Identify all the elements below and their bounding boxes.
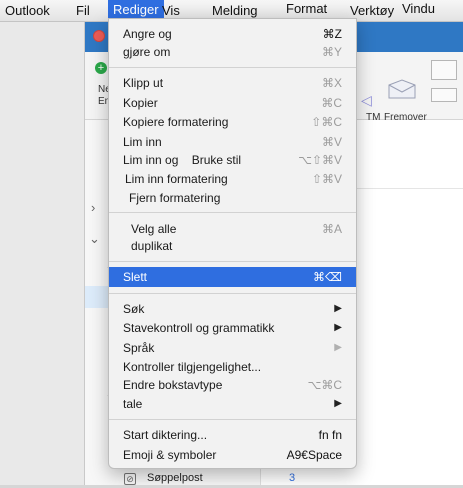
junk-unread-count: 3 bbox=[289, 472, 296, 484]
menu-item-check-accessibility-label: Kontroller tilgjengelighet... bbox=[123, 360, 262, 374]
menu-item-emoji-symbols-label: Emoji & symboler bbox=[123, 448, 217, 462]
menu-item-change-case[interactable]: Endre bokstavtype ⌥⌘C bbox=[109, 375, 356, 395]
menu-item-copy-shortcut: ⌘C bbox=[321, 96, 342, 110]
edit-menu-dropdown: Angre og ⌘Z gjøre om ⌘Y Klipp ut ⌘X Kopi… bbox=[108, 18, 357, 469]
menu-item-paste-label: Lim inn bbox=[123, 135, 162, 149]
menu-item-cut[interactable]: Klipp ut ⌘X bbox=[109, 73, 356, 93]
menu-item-change-case-shortcut: ⌥⌘C bbox=[307, 378, 343, 392]
menu-item-start-dictation-label: Start diktering... bbox=[123, 428, 208, 442]
menu-item-clear-formatting-label: Fjern formatering bbox=[129, 191, 221, 205]
submenu-arrow-icon: ▶ bbox=[334, 398, 342, 409]
menu-item-paste-match-style-label: Lim inn og Bruke stil bbox=[123, 153, 242, 167]
menu-item-language-label: Språk bbox=[123, 341, 155, 355]
submenu-arrow-icon: ▶ bbox=[334, 303, 342, 314]
menu-item-copy-formatting-label: Kopiere formatering bbox=[123, 115, 229, 129]
menu-item-undo-label: Angre og bbox=[123, 27, 172, 41]
menu-item-copy[interactable]: Kopier ⌘C bbox=[109, 93, 356, 113]
menu-file[interactable]: Fil bbox=[71, 2, 95, 20]
menu-item-duplicate[interactable]: duplikat bbox=[109, 236, 356, 256]
menu-item-cut-label: Klipp ut bbox=[123, 76, 164, 90]
menu-separator bbox=[109, 293, 356, 294]
chevron-right-icon[interactable]: › bbox=[91, 200, 95, 215]
menu-separator bbox=[109, 212, 356, 213]
menu-separator bbox=[109, 67, 356, 68]
menu-item-paste-formatting-shortcut: ⇧⌘V bbox=[311, 172, 342, 186]
menu-item-copy-formatting-shortcut: ⇧⌘C bbox=[311, 115, 342, 129]
menu-item-spelling-grammar-label: Stavekontroll og grammatikk bbox=[123, 321, 275, 335]
menu-item-speech-label: tale bbox=[123, 397, 143, 411]
menu-item-paste[interactable]: Lim inn ⌘V bbox=[109, 132, 356, 152]
menu-item-paste-formatting-label: Lim inn formatering bbox=[125, 172, 228, 186]
forward-envelope-icon[interactable] bbox=[387, 79, 417, 99]
menu-item-start-dictation-shortcut: fn fn bbox=[318, 428, 342, 442]
chevron-down-icon[interactable]: ⌄ bbox=[89, 231, 100, 247]
menu-item-start-dictation[interactable]: Start diktering... fn fn bbox=[109, 425, 356, 445]
menu-item-find[interactable]: Søk ▶ bbox=[109, 299, 356, 319]
menu-item-clear-formatting[interactable]: Fjern formatering bbox=[109, 188, 356, 208]
junk-folder-label: Søppelpost bbox=[147, 472, 203, 484]
menu-item-delete[interactable]: Slett ⌘⌫ bbox=[109, 267, 356, 287]
menu-format[interactable]: Format bbox=[281, 0, 332, 18]
menu-item-undo[interactable]: Angre og ⌘Z bbox=[109, 24, 356, 44]
menu-item-language[interactable]: Språk ▶ bbox=[109, 338, 356, 358]
close-window-button[interactable] bbox=[93, 30, 105, 42]
menu-item-paste-shortcut: ⌘V bbox=[321, 135, 342, 149]
menu-item-speech[interactable]: tale ▶ bbox=[109, 394, 356, 414]
submenu-arrow-icon: ▶ bbox=[334, 342, 342, 353]
calendar-icon[interactable] bbox=[431, 60, 457, 80]
menu-item-find-label: Søk bbox=[123, 302, 145, 316]
junk-folder-icon: ⊘ bbox=[124, 473, 136, 485]
menu-item-redo[interactable]: gjøre om ⌘Y bbox=[109, 42, 356, 62]
menu-item-change-case-label: Endre bokstavtype bbox=[123, 378, 223, 392]
reply-arrow-icon[interactable]: ◁ bbox=[361, 92, 372, 109]
menu-item-paste-match-style[interactable]: Lim inn og Bruke stil ⌥⇧⌘V bbox=[109, 150, 356, 170]
menu-outlook[interactable]: Outlook bbox=[0, 2, 55, 20]
menu-item-delete-shortcut: ⌘⌫ bbox=[313, 270, 342, 284]
menu-item-undo-shortcut: ⌘Z bbox=[322, 27, 342, 41]
menu-item-cut-shortcut: ⌘X bbox=[321, 76, 342, 90]
menu-item-paste-match-style-shortcut: ⌥⇧⌘V bbox=[298, 153, 342, 167]
menu-item-copy-label: Kopier bbox=[123, 96, 158, 110]
menu-item-redo-shortcut: ⌘Y bbox=[321, 45, 342, 59]
menu-item-copy-formatting[interactable]: Kopiere formatering ⇧⌘C bbox=[109, 112, 356, 132]
menu-item-delete-label: Slett bbox=[123, 270, 148, 284]
menu-item-spelling-grammar[interactable]: Stavekontroll og grammatikk ▶ bbox=[109, 318, 356, 338]
menu-window[interactable]: Vindu bbox=[397, 0, 440, 18]
new-email-icon[interactable]: + bbox=[95, 62, 107, 74]
menu-item-emoji-symbols[interactable]: Emoji & symboler A9€Space bbox=[109, 445, 356, 465]
menu-item-duplicate-label: duplikat bbox=[131, 239, 173, 253]
menu-separator bbox=[109, 261, 356, 262]
menu-separator bbox=[109, 419, 356, 420]
grid-icon[interactable] bbox=[431, 88, 457, 102]
menu-item-emoji-symbols-shortcut: A9€Space bbox=[286, 448, 342, 462]
menu-item-check-accessibility[interactable]: Kontroller tilgjengelighet... bbox=[109, 357, 356, 377]
menu-item-paste-formatting[interactable]: Lim inn formatering ⇧⌘V bbox=[109, 169, 356, 189]
submenu-arrow-icon: ▶ bbox=[334, 322, 342, 333]
menu-item-redo-label: gjøre om bbox=[123, 45, 171, 59]
